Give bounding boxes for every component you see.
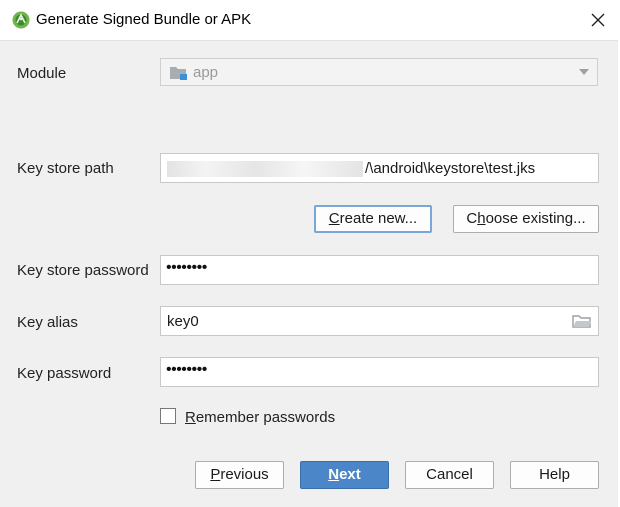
previous-button[interactable]: Previous [195, 461, 284, 489]
remember-passwords-checkbox[interactable] [160, 408, 176, 424]
title-bar: Generate Signed Bundle or APK [0, 0, 620, 41]
key-store-password-value: •••••••• [166, 259, 207, 276]
key-store-path-text: /\android\keystore\test.jks [167, 160, 536, 178]
close-icon [591, 13, 605, 27]
key-store-password-field[interactable]: •••••••• [160, 255, 599, 285]
module-folder-icon [170, 67, 187, 80]
create-new-button[interactable]: Create new... [314, 205, 432, 233]
help-button[interactable]: Help [510, 461, 599, 489]
choose-existing-button[interactable]: Choose existing... [453, 205, 599, 233]
create-new-label: Create new... [328, 210, 418, 227]
key-alias-label: Key alias [17, 314, 78, 331]
window-title: Generate Signed Bundle or APK [36, 11, 252, 28]
key-store-path-field[interactable]: /\android\keystore\test.jks [160, 153, 599, 183]
key-store-path-label: Key store path [17, 160, 114, 177]
key-alias-field[interactable]: key0 [160, 306, 599, 336]
module-label: Module [17, 65, 67, 82]
remember-passwords-label[interactable]: Remember passwords [185, 409, 335, 426]
key-alias-value: key0 [167, 313, 199, 330]
previous-label: Previous [210, 466, 269, 483]
key-password-field[interactable]: •••••••• [160, 357, 599, 387]
key-store-path-value: /\android\keystore\test.jks [365, 160, 536, 177]
android-studio-icon [12, 11, 30, 29]
close-button[interactable] [586, 8, 610, 32]
key-password-value: •••••••• [166, 361, 207, 378]
help-label: Help [539, 466, 570, 483]
chevron-down-icon [579, 69, 589, 75]
next-label: Next [328, 466, 361, 483]
module-value: app [193, 64, 219, 81]
module-select[interactable]: app [160, 58, 598, 86]
next-button[interactable]: Next [300, 461, 389, 489]
redacted-path [167, 161, 363, 178]
key-store-password-label: Key store password [17, 262, 149, 279]
choose-existing-label: Choose existing... [466, 210, 586, 227]
cancel-button[interactable]: Cancel [405, 461, 494, 489]
cancel-label: Cancel [426, 466, 473, 483]
folder-icon[interactable] [572, 314, 592, 329]
key-password-label: Key password [17, 365, 112, 382]
